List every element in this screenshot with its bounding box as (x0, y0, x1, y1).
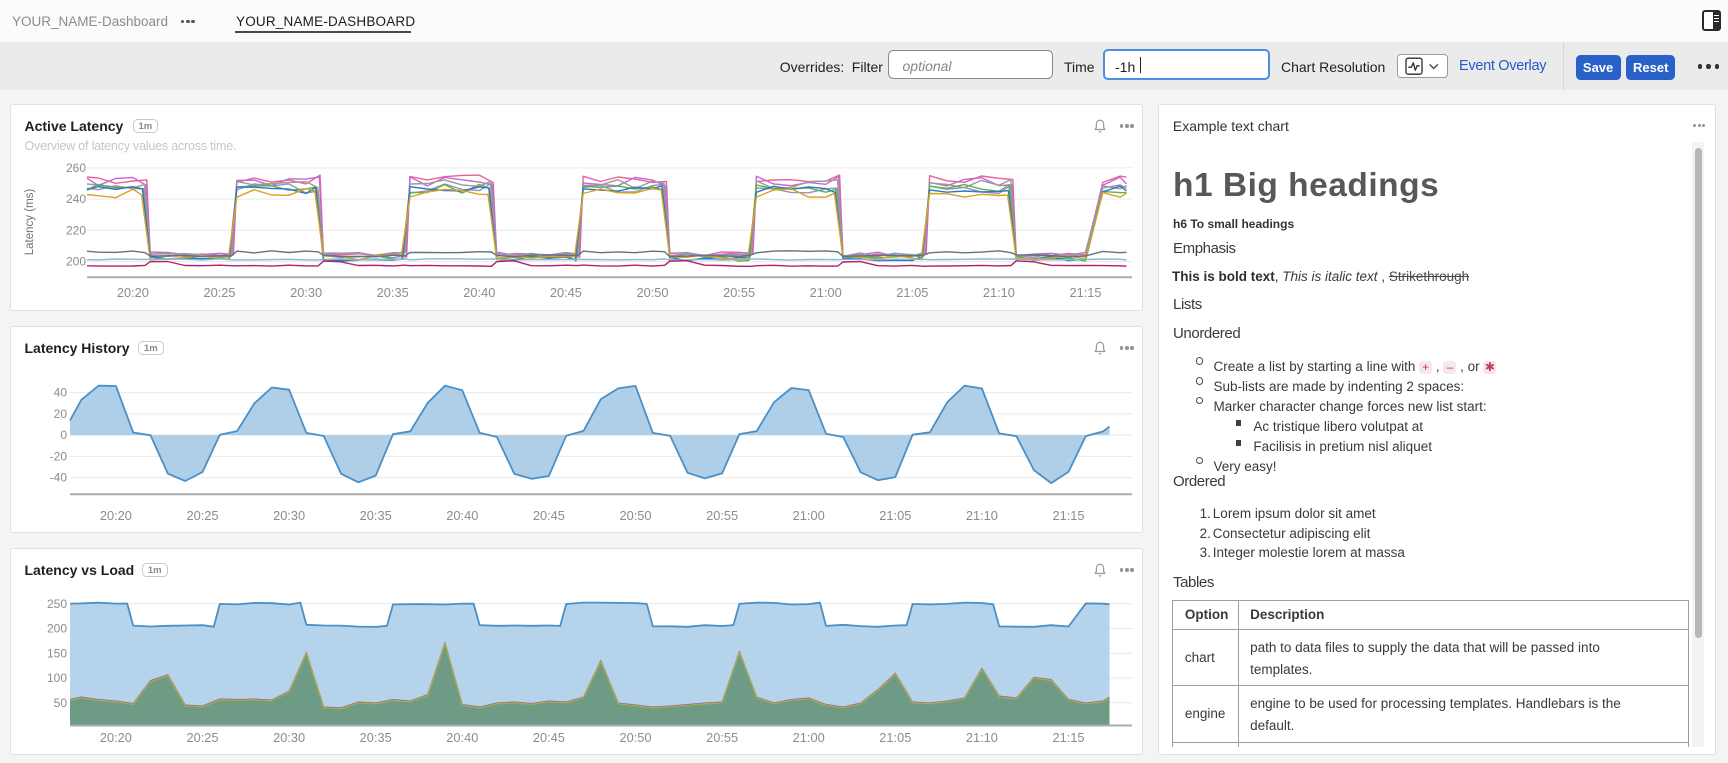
svg-text:21:05: 21:05 (879, 730, 911, 745)
svg-text:20:40: 20:40 (446, 730, 478, 745)
svg-text:-40: -40 (50, 471, 68, 485)
svg-text:20:30: 20:30 (273, 730, 305, 745)
svg-text:40: 40 (54, 386, 68, 400)
svg-text:20:35: 20:35 (377, 285, 409, 300)
svg-text:200: 200 (47, 622, 67, 636)
svg-text:21:15: 21:15 (1052, 730, 1084, 745)
svg-text:20:45: 20:45 (550, 285, 582, 300)
svg-text:50: 50 (54, 696, 68, 710)
svg-text:20:45: 20:45 (533, 730, 565, 745)
svg-text:-20: -20 (50, 449, 68, 463)
svg-text:20:35: 20:35 (360, 730, 392, 745)
svg-text:20:55: 20:55 (706, 508, 738, 523)
svg-text:260: 260 (66, 161, 86, 175)
svg-text:100: 100 (47, 671, 67, 685)
svg-text:220: 220 (66, 223, 86, 237)
svg-text:Latency (ms): Latency (ms) (24, 189, 36, 256)
svg-text:20:35: 20:35 (360, 508, 392, 523)
svg-text:21:10: 21:10 (966, 508, 998, 523)
svg-text:21:10: 21:10 (966, 730, 998, 745)
svg-text:21:00: 21:00 (793, 730, 825, 745)
svg-text:20:20: 20:20 (117, 285, 149, 300)
svg-text:20:40: 20:40 (463, 285, 495, 300)
svg-text:21:10: 21:10 (983, 285, 1015, 300)
svg-text:21:15: 21:15 (1069, 285, 1101, 300)
svg-text:20:50: 20:50 (636, 285, 668, 300)
svg-text:21:05: 21:05 (896, 285, 928, 300)
svg-text:21:00: 21:00 (810, 285, 842, 300)
svg-text:20: 20 (54, 407, 68, 421)
svg-text:21:00: 21:00 (793, 508, 825, 523)
svg-text:20:20: 20:20 (100, 508, 132, 523)
svg-text:20:25: 20:25 (203, 285, 235, 300)
svg-text:20:25: 20:25 (186, 508, 218, 523)
svg-text:20:45: 20:45 (533, 508, 565, 523)
svg-text:0: 0 (60, 428, 67, 442)
svg-text:200: 200 (66, 255, 86, 269)
svg-text:250: 250 (47, 597, 67, 611)
svg-text:240: 240 (66, 192, 86, 206)
svg-text:20:25: 20:25 (186, 730, 218, 745)
svg-text:20:30: 20:30 (273, 508, 305, 523)
svg-text:21:15: 21:15 (1052, 508, 1084, 523)
svg-text:20:50: 20:50 (619, 730, 651, 745)
svg-text:20:20: 20:20 (100, 730, 132, 745)
svg-text:20:50: 20:50 (619, 508, 651, 523)
svg-text:20:55: 20:55 (723, 285, 755, 300)
svg-text:150: 150 (47, 646, 67, 660)
svg-text:20:40: 20:40 (446, 508, 478, 523)
svg-text:20:55: 20:55 (706, 730, 738, 745)
svg-text:20:30: 20:30 (290, 285, 322, 300)
svg-text:21:05: 21:05 (879, 508, 911, 523)
